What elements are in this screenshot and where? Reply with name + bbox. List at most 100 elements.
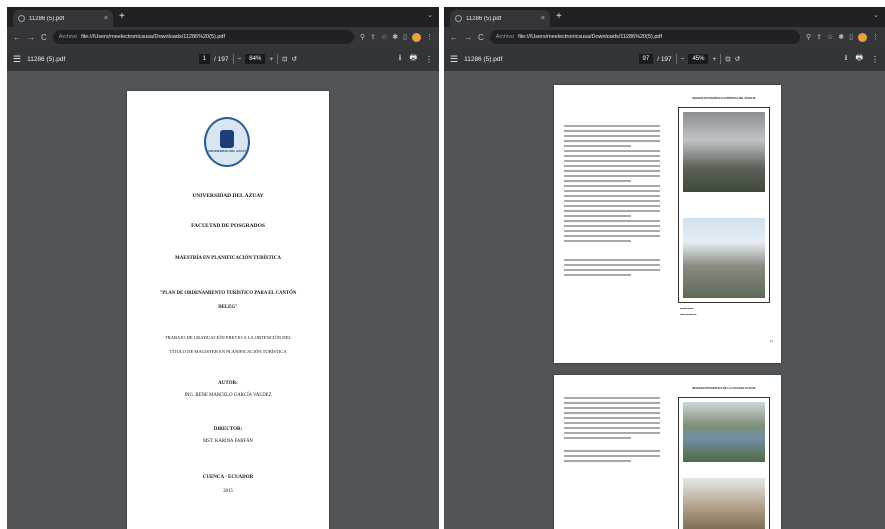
fit-page-icon[interactable]: ⊡ [282, 55, 287, 63]
zoom-icon[interactable]: ⚲ [806, 33, 811, 41]
download-icon[interactable]: ⭳ [399, 52, 402, 66]
more-options-icon[interactable]: ⋮ [871, 55, 879, 64]
new-tab-button[interactable]: + [556, 10, 562, 24]
hamburger-menu-icon[interactable]: ☰ [450, 54, 458, 65]
zoom-icon[interactable]: ⚲ [360, 33, 365, 41]
body-text-column [564, 125, 660, 279]
year: 2015 [223, 489, 233, 494]
rotate-icon[interactable]: ↺ [292, 55, 297, 63]
zoom-out-button[interactable]: − [681, 56, 685, 63]
page-number-input[interactable]: 97 [638, 54, 654, 64]
director-name: MST. KARINA FARFÁN [202, 439, 254, 444]
back-icon[interactable]: ← [13, 33, 21, 42]
sidebar-icon[interactable]: ▯ [403, 33, 407, 41]
rotate-icon[interactable]: ↺ [735, 55, 740, 63]
author-name: ING. RENE MARCELO GARCÍA VALDEZ [184, 393, 272, 398]
university-seal-logo: UNIVERSIDAD DEL AZUAY [204, 117, 250, 167]
master-program: MAESTRÍA EN PLANIFICACIÓN TURÍSTICA [175, 256, 281, 261]
thesis-title-line-1: "PLAN DE ORDENAMIENTO TURÍSTICO PARA EL … [159, 291, 297, 296]
url-field[interactable]: Archivo file:///Users/meelectronicsusa/D… [52, 30, 354, 44]
divider [675, 54, 677, 64]
bookmark-star-icon[interactable]: ☆ [381, 33, 387, 41]
reload-icon[interactable]: C [41, 33, 47, 42]
close-tab-icon[interactable]: × [541, 15, 545, 22]
forward-icon[interactable]: → [464, 33, 472, 42]
work-description-line-2: TÍTULO DE MAGISTER EN PLANIFICACIÓN TURÍ… [169, 349, 287, 354]
figure-frame [678, 397, 770, 529]
extensions-icon[interactable]: ✱ [392, 33, 398, 41]
figure-title: IMAGEN FOTOGRÁFICA AUTÉNTICA DEL PAISAJE [692, 97, 756, 100]
zoom-in-button[interactable]: + [269, 56, 273, 63]
address-bar: ← → C Archivo file:///Users/meelectronic… [444, 27, 885, 47]
pdf-page-cover: UNIVERSIDAD DEL AZUAY UNIVERSIDAD DEL AZ… [127, 91, 329, 529]
figure-caption: ▬▬▬ ▬▬ [680, 307, 694, 310]
tab-search-button[interactable]: ⌄ [873, 11, 879, 19]
sidebar-icon[interactable]: ▯ [849, 33, 853, 41]
bookmark-star-icon[interactable]: ☆ [827, 33, 833, 41]
landscape-photo [683, 112, 765, 192]
university-name: UNIVERSIDAD DEL AZUAY [192, 193, 264, 199]
faculty-name: FACULTAD DE POSGRADOS [191, 223, 265, 229]
profile-avatar[interactable] [858, 32, 867, 42]
pdf-controls: 1 / 197 − 84% + ⊡ ↺ [198, 54, 297, 64]
forward-icon[interactable]: → [27, 33, 35, 42]
seal-text: UNIVERSIDAD DEL AZUAY [207, 149, 247, 154]
pdf-actions: ⭳ 🖶 ⋮ [399, 52, 433, 66]
tab-search-button[interactable]: ⌄ [427, 11, 433, 19]
extensions-icon[interactable]: ✱ [838, 33, 844, 41]
tab-strip: 11286 (5).pdf × + ⌄ [444, 7, 885, 27]
toolbar-icons: ⚲ ⇪ ☆ ✱ ▯ ⋮ [806, 32, 879, 42]
emblem-icon [220, 130, 234, 149]
tab-strip: 11286 (5).pdf × + ⌄ [7, 7, 439, 27]
pdf-controls: 97 / 197 − 45% + ⊡ ↺ [638, 54, 740, 64]
page-number: 94 [769, 339, 773, 343]
page-number-input[interactable]: 1 [198, 54, 211, 64]
close-tab-icon[interactable]: × [104, 15, 108, 22]
pdf-toolbar: ☰ 11286 (5).pdf 1 / 197 − 84% + ⊡ ↺ ⭳ 🖶 … [7, 47, 439, 71]
browser-window-right: 11286 (5).pdf × + ⌄ ← → C Archivo file:/… [444, 7, 885, 529]
menu-icon[interactable]: ⋮ [872, 33, 879, 41]
zoom-input[interactable]: 45% [688, 54, 709, 64]
tab-title: 11286 (5).pdf [29, 15, 65, 22]
body-text-column [564, 397, 660, 465]
print-icon[interactable]: 🖶 [409, 52, 417, 66]
tab-active[interactable]: 11286 (5).pdf × [450, 10, 550, 27]
zoom-input[interactable]: 84% [245, 54, 266, 64]
thesis-title-line-2: DELEG" [218, 305, 238, 310]
tab-active[interactable]: 11286 (5).pdf × [13, 10, 113, 27]
reload-icon[interactable]: C [478, 33, 484, 42]
url-text: file:///Users/meelectronicsusa/Downloads… [81, 34, 226, 40]
url-scheme: Archivo [58, 34, 78, 40]
place: CUENCA - ECUADOR [202, 475, 254, 480]
browser-window-left: 11286 (5).pdf × + ⌄ ← → C Archivo file:/… [7, 7, 439, 529]
landscape-photo [683, 402, 765, 462]
hamburger-menu-icon[interactable]: ☰ [13, 54, 21, 65]
globe-icon [18, 15, 25, 22]
zoom-in-button[interactable]: + [712, 56, 716, 63]
pdf-file-name: 11286 (5).pdf [27, 55, 66, 63]
fit-page-icon[interactable]: ⊡ [725, 55, 730, 63]
figure-frame [678, 107, 770, 303]
globe-icon [455, 15, 462, 22]
page-total: / 197 [657, 55, 672, 63]
author-label: AUTOR: [218, 381, 238, 386]
share-icon[interactable]: ⇪ [370, 33, 376, 41]
toolbar-icons: ⚲ ⇪ ☆ ✱ ▯ ⋮ [360, 32, 433, 42]
pdf-actions: ⭳ 🖶 ⋮ [845, 52, 879, 66]
pdf-page-97: IMAGEN FOTOGRÁFICA AUTÉNTICA DEL PAISAJE… [554, 85, 781, 363]
pdf-page-98: IMAGEN FOTOGRÁFICA DE LA CASCADA PLAYITA [554, 375, 781, 529]
page-total: / 197 [214, 55, 229, 63]
new-tab-button[interactable]: + [119, 10, 125, 24]
tab-title: 11286 (5).pdf [466, 15, 502, 22]
figure-title: IMAGEN FOTOGRÁFICA DE LA CASCADA PLAYITA [692, 387, 756, 390]
back-icon[interactable]: ← [450, 33, 458, 42]
url-field[interactable]: Archivo file:///Users/meelectronicsusa/D… [489, 30, 800, 44]
figure-caption: ▬▬ ▬▬▬ ▬ [680, 313, 697, 316]
menu-icon[interactable]: ⋮ [426, 33, 433, 41]
profile-avatar[interactable] [412, 32, 421, 42]
share-icon[interactable]: ⇪ [816, 33, 822, 41]
print-icon[interactable]: 🖶 [855, 52, 863, 66]
zoom-out-button[interactable]: − [238, 56, 242, 63]
download-icon[interactable]: ⭳ [845, 52, 848, 66]
more-options-icon[interactable]: ⋮ [425, 55, 433, 64]
